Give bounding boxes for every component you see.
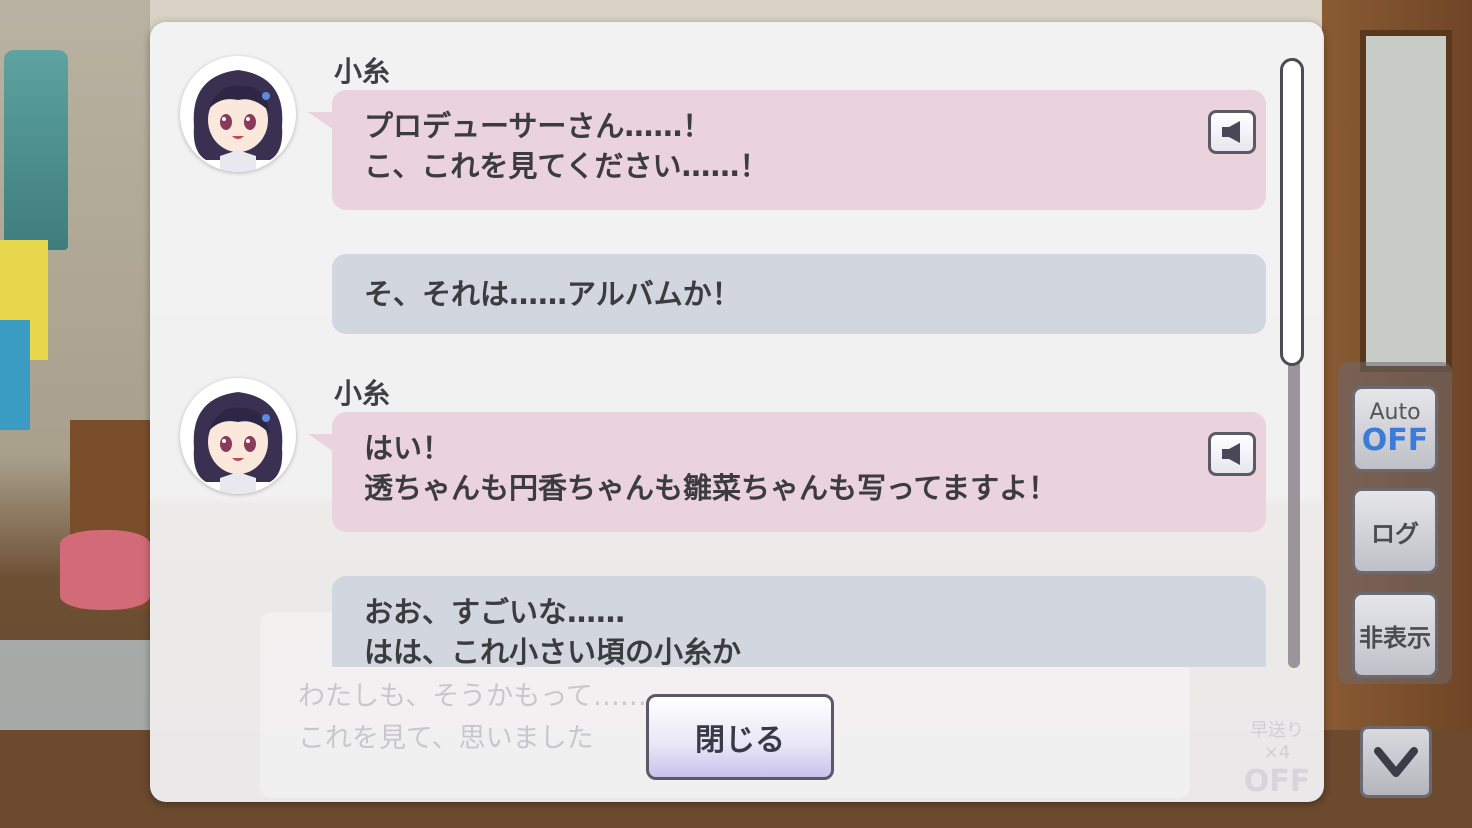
fast-forward-state: OFF — [1243, 764, 1311, 799]
close-button[interactable]: 閉じる — [646, 694, 834, 780]
log-button[interactable]: ログ — [1352, 488, 1438, 574]
wall-poster-blue — [0, 320, 30, 430]
speaker-icon — [1222, 443, 1240, 465]
fast-forward-indicator: 早送り×4 OFF — [1240, 720, 1314, 799]
character-avatar — [180, 378, 296, 494]
door-glass-panel — [1360, 30, 1452, 372]
character-message-bubble: はい！ 透ちゃんも円香ちゃんも雛菜ちゃんも写ってますよ！ — [308, 412, 1266, 532]
hide-ui-button[interactable]: 非表示 — [1352, 592, 1438, 678]
message-line: そ、それは……アルバムか！ — [364, 277, 741, 311]
character-message-bubble: プロデューサーさん……！ こ、これを見てください……！ — [308, 90, 1266, 210]
log-label: ログ — [1371, 519, 1419, 548]
message-line: こ、これを見てください……！ — [364, 149, 769, 183]
log-entry-player: おお、すごいな…… はは、これ小さい頃の小糸か — [150, 576, 1280, 667]
pink-stool — [60, 530, 150, 610]
log-entry-player: そ、それは……アルバムか！ — [150, 254, 1280, 334]
log-entry-character: 小糸 プロデューサーさん……！ こ、これを見てください……！ — [150, 22, 1280, 222]
floor-rug — [0, 640, 150, 730]
hide-label: 非表示 — [1359, 623, 1431, 652]
voice-replay-button[interactable] — [1208, 432, 1256, 476]
message-line: はい！ — [364, 431, 452, 465]
menu-collapse-button[interactable] — [1360, 726, 1432, 798]
speaker-name: 小糸 — [334, 55, 391, 88]
backlog-list[interactable]: 小糸 プロデューサーさん……！ こ、これを見てください……！ そ、それは……アル… — [150, 22, 1324, 667]
log-entry-character: 小糸 はい！ 透ちゃんも円香ちゃんも雛菜ちゃんも写ってますよ！ — [150, 344, 1280, 544]
message-line: おお、すごいな…… — [364, 595, 626, 629]
speaker-icon — [1222, 121, 1240, 143]
underlying-text-line: これを見て、思いました — [298, 723, 594, 754]
message-line: プロデューサーさん……！ — [364, 109, 712, 143]
chevron-down-icon — [1374, 747, 1418, 777]
speaker-name: 小糸 — [334, 377, 391, 410]
auto-label: Auto — [1369, 400, 1421, 425]
voice-replay-button[interactable] — [1208, 110, 1256, 154]
underlying-text-line: わたしも、そうかもって…… — [298, 681, 647, 712]
player-message-bubble: おお、すごいな…… はは、これ小さい頃の小糸か — [332, 576, 1266, 667]
fast-forward-label: 早送り×4 — [1250, 720, 1304, 763]
scrollbar-thumb[interactable] — [1280, 58, 1304, 366]
auto-state: OFF — [1361, 423, 1429, 458]
player-message-bubble: そ、それは……アルバムか！ — [332, 254, 1266, 334]
character-avatar — [180, 56, 296, 172]
backlog-dialog: わたしも、そうかもって…… これを見て、思いました 早送り×4 OFF 小糸 プ… — [150, 22, 1324, 802]
hanging-jacket — [4, 50, 68, 250]
message-line: 透ちゃんも円香ちゃんも雛菜ちゃんも写ってますよ！ — [364, 471, 1058, 505]
auto-toggle-button[interactable]: Auto OFF — [1352, 386, 1438, 472]
message-line: はは、これ小さい頃の小糸か — [364, 635, 742, 667]
